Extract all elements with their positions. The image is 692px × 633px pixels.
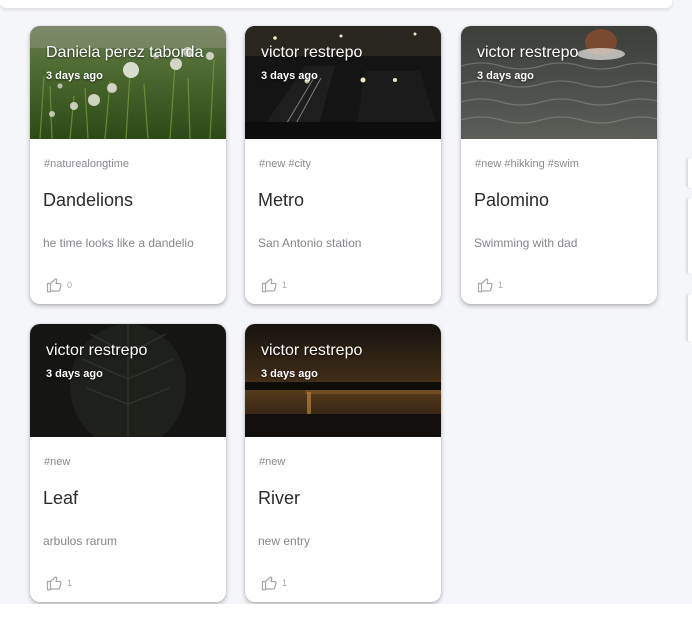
like-button[interactable]: 1 <box>261 573 287 593</box>
post-date: 3 days ago <box>46 368 103 380</box>
post-tags[interactable]: #new <box>259 456 285 468</box>
post-date: 3 days ago <box>261 368 318 380</box>
post-date: 3 days ago <box>46 70 103 82</box>
post-card[interactable]: victor restrepo 3 days ago #new #hikking… <box>461 26 657 304</box>
side-panel-edge[interactable] <box>687 294 692 342</box>
post-tags[interactable]: #naturealongtime <box>44 158 129 170</box>
post-title[interactable]: Palomino <box>474 190 549 211</box>
post-card[interactable]: victor restrepo 3 days ago #new River ne… <box>245 324 441 602</box>
post-title[interactable]: Leaf <box>43 488 78 509</box>
side-panel-edge[interactable] <box>687 158 692 188</box>
like-button[interactable]: 1 <box>261 275 287 295</box>
like-button[interactable]: 1 <box>477 275 503 295</box>
like-button[interactable]: 1 <box>46 573 72 593</box>
thumb-up-icon <box>46 576 62 591</box>
post-author[interactable]: Daniela perez taborda <box>46 44 222 62</box>
post-title[interactable]: River <box>258 488 300 509</box>
post-title[interactable]: Dandelions <box>43 190 133 211</box>
thumb-up-icon <box>261 278 277 293</box>
side-panel-edge[interactable] <box>687 198 692 274</box>
post-tags[interactable]: #new <box>44 456 70 468</box>
post-card[interactable]: victor restrepo 3 days ago #new Leaf arb… <box>30 324 226 602</box>
post-tags[interactable]: #new #city <box>259 158 311 170</box>
post-description: arbulos rarum <box>43 534 118 548</box>
post-author[interactable]: victor restrepo <box>261 44 437 62</box>
thumb-up-icon <box>46 278 62 293</box>
post-description: new entry <box>258 534 311 548</box>
post-date: 3 days ago <box>477 70 534 82</box>
like-count: 1 <box>498 280 504 290</box>
thumb-up-icon <box>477 278 493 293</box>
post-title[interactable]: Metro <box>258 190 304 211</box>
like-button[interactable]: 0 <box>46 275 72 295</box>
like-count: 1 <box>282 578 288 588</box>
post-description: Swimming with dad <box>474 236 578 250</box>
post-author[interactable]: victor restrepo <box>477 44 653 62</box>
post-author[interactable]: victor restrepo <box>46 342 222 360</box>
thumb-up-icon <box>261 576 277 591</box>
post-description: he time looks like a dandelio <box>43 236 194 250</box>
page-footer-area <box>0 604 692 633</box>
post-card[interactable]: Daniela perez taborda 3 days ago #nature… <box>30 26 226 304</box>
like-count: 0 <box>67 280 73 290</box>
like-count: 1 <box>67 578 73 588</box>
post-description: San Antonio station <box>258 236 362 250</box>
post-tags[interactable]: #new #hikking #swim <box>475 158 579 170</box>
post-author[interactable]: victor restrepo <box>261 342 437 360</box>
top-bar <box>0 0 672 9</box>
like-count: 1 <box>282 280 288 290</box>
post-card[interactable]: victor restrepo 3 days ago #new #city Me… <box>245 26 441 304</box>
post-date: 3 days ago <box>261 70 318 82</box>
